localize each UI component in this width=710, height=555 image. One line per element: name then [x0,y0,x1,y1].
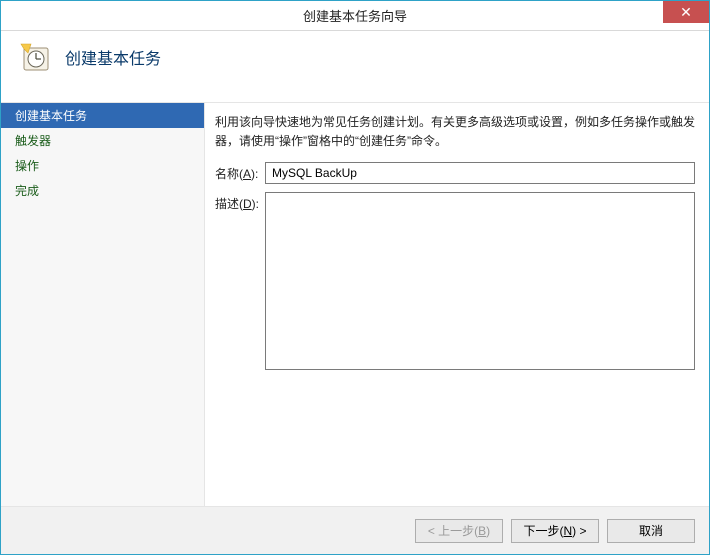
sidebar-item-trigger[interactable]: 触发器 [1,128,204,153]
page-title: 创建基本任务 [65,41,161,69]
sidebar-item-label: 创建基本任务 [15,109,87,123]
sidebar-item-label: 完成 [15,184,39,198]
sidebar-item-label: 操作 [15,159,39,173]
wizard-sidebar: 创建基本任务 触发器 操作 完成 [1,103,205,506]
close-icon: ✕ [680,4,692,21]
name-input[interactable] [265,162,695,184]
back-button: < 上一步(B) [415,519,503,543]
sidebar-item-label: 触发器 [15,134,51,148]
cancel-button[interactable]: 取消 [607,519,695,543]
intro-text: 利用该向导快速地为常见任务创建计划。有关更多高级选项或设置，例如多任务操作或触发… [215,113,695,150]
name-label: 名称(A): [215,162,265,182]
wizard-body: 创建基本任务 触发器 操作 完成 利用该向导快速地为常见任务创建计划。有关更多高… [1,103,709,506]
titlebar: 创建基本任务向导 ✕ [1,1,709,31]
wizard-footer: < 上一步(B) 下一步(N) > 取消 [1,506,709,554]
window-title: 创建基本任务向导 [303,6,407,25]
wizard-window: 创建基本任务向导 ✕ 创建基本任务 创建基本任务 触发器 操作 [0,0,710,555]
wizard-main: 利用该向导快速地为常见任务创建计划。有关更多高级选项或设置，例如多任务操作或触发… [205,103,709,506]
next-button[interactable]: 下一步(N) > [511,519,599,543]
name-row: 名称(A): [215,162,695,184]
sidebar-item-create-basic-task[interactable]: 创建基本任务 [1,103,204,128]
description-label: 描述(D): [215,192,265,212]
sidebar-item-action[interactable]: 操作 [1,153,204,178]
description-input[interactable] [265,192,695,370]
wizard-header: 创建基本任务 [1,31,709,103]
description-row: 描述(D): [215,192,695,370]
sidebar-item-finish[interactable]: 完成 [1,178,204,203]
close-button[interactable]: ✕ [663,1,709,23]
clock-task-icon [19,41,51,73]
